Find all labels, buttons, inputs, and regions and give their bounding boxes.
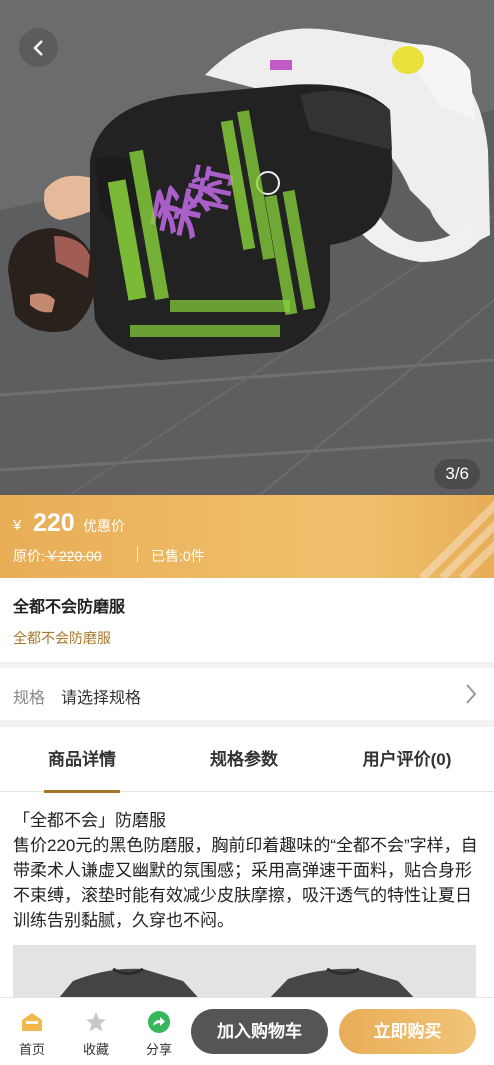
spec-value: 请选择规格 [61, 690, 142, 707]
buy-now-button[interactable]: 立即购买 [339, 1009, 476, 1054]
tab-product-details[interactable]: 商品详情 [0, 727, 164, 793]
favorite-label[interactable]: 收藏 [76, 1039, 116, 1058]
currency-symbol: ¥ [13, 517, 22, 534]
sold-label: 已售: [151, 548, 183, 564]
original-price-label: 原价: [13, 548, 45, 564]
add-to-cart-button[interactable]: 加入购物车 [191, 1009, 328, 1054]
back-button[interactable] [19, 28, 58, 67]
description-heading: 「全都不会」防磨服 [13, 811, 166, 830]
price-tag-label: 优惠价 [83, 518, 125, 534]
shirt-preview-image [13, 945, 476, 1005]
sold-value: 0件 [182, 548, 205, 564]
detail-product-image [13, 945, 476, 1005]
share-icon[interactable] [147, 1010, 171, 1034]
bottom-action-bar: 首页 收藏 分享 加入购物车 立即购买 [0, 997, 494, 1065]
tab-spec-params[interactable]: 规格参数 [164, 727, 324, 792]
image-counter: 3/6 [434, 459, 480, 489]
product-title-card: 全都不会防磨服 全都不会防磨服 [0, 578, 494, 662]
product-photo: 柔 術 [0, 0, 494, 495]
sale-price: 220 [33, 509, 75, 537]
home-icon[interactable] [20, 1010, 44, 1034]
sold-count: 已售:0件 [151, 546, 205, 566]
product-subtitle: 全都不会防磨服 [13, 630, 111, 646]
original-price: 原价:￥220.00 [13, 546, 102, 566]
star-icon[interactable] [84, 1010, 108, 1034]
product-name: 全都不会防磨服 [13, 599, 126, 616]
description-body: 售价220元的黑色防磨服，胸前印着趣味的“全都不会”字样，自带柔术人谦虚又幽默的… [13, 836, 478, 930]
original-price-value: ￥220.00 [44, 548, 102, 564]
tab-user-reviews[interactable]: 用户评价(0) [324, 727, 490, 792]
spec-label: 规格 [13, 690, 46, 707]
chevron-left-icon [32, 39, 43, 56]
home-label[interactable]: 首页 [12, 1039, 52, 1058]
decorative-stripes [419, 500, 494, 578]
detail-tabs: 商品详情 规格参数 用户评价(0) [0, 727, 494, 793]
price-divider [137, 546, 138, 562]
product-image-gallery[interactable]: 柔 術 3/6 [0, 0, 494, 495]
product-description: 「全都不会」防磨服 售价220元的黑色防磨服，胸前印着趣味的“全都不会”字样，自… [13, 808, 479, 933]
price-banner: ¥ 220 优惠价 原价:￥220.00 已售:0件 [0, 495, 494, 578]
spec-selector[interactable]: 规格 请选择规格 [0, 668, 494, 720]
product-detail-page: 柔 術 3/6 ¥ 220 优惠价 原价:￥220.00 已售:0件 全都不会防… [0, 0, 494, 1065]
share-label[interactable]: 分享 [139, 1039, 179, 1058]
chevron-right-icon [466, 684, 477, 704]
